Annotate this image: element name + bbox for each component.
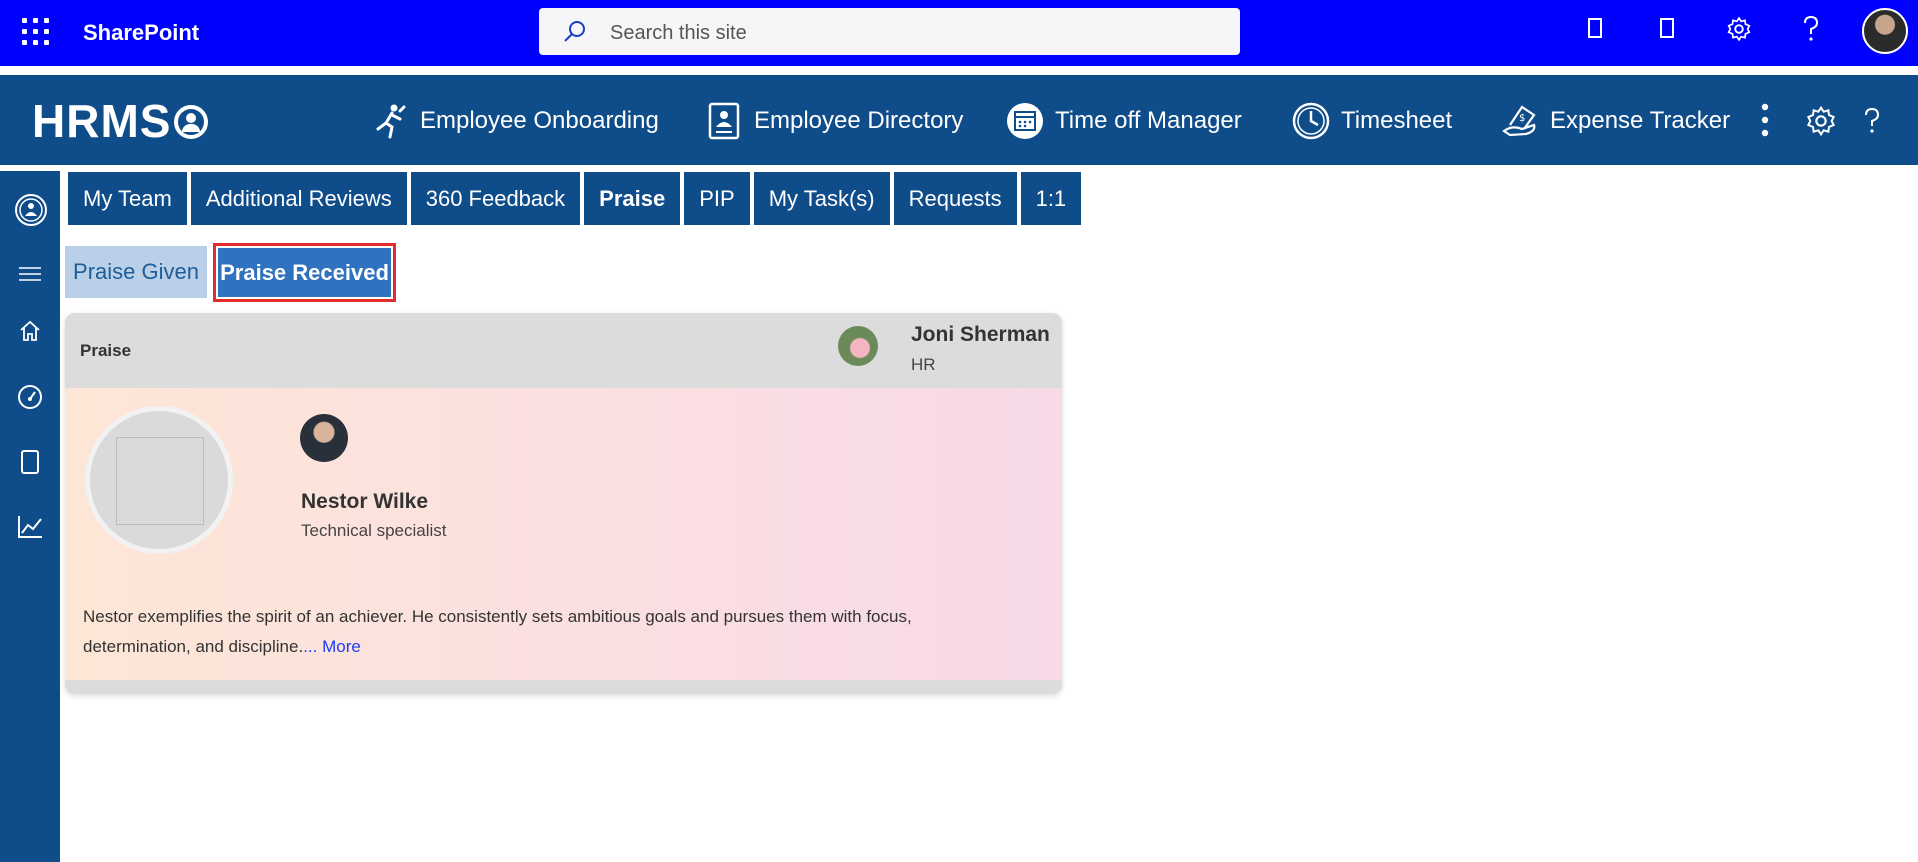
calendar-icon (1005, 101, 1045, 141)
hrms-logo[interactable]: HRMS (32, 94, 171, 148)
onboarding-runner-icon (370, 101, 410, 141)
tab-praise[interactable]: Praise (584, 172, 681, 225)
praise-card-header: Praise Joni Sherman HR (65, 313, 1062, 388)
user-avatar[interactable] (1862, 8, 1908, 54)
recipient-title: Technical specialist (301, 521, 447, 540)
nav-label: Expense Tracker (1550, 107, 1731, 134)
praise-card: Praise Joni Sherman HR Nestor Wilke Tech… (65, 313, 1062, 694)
tab-my-team[interactable]: My Team (68, 172, 187, 225)
hrms-help-icon[interactable] (1862, 107, 1882, 135)
menu-hamburger-icon[interactable] (18, 265, 42, 283)
tab-my-tasks[interactable]: My Task(s) (753, 172, 890, 225)
giver-department: HR (911, 355, 936, 374)
subtab-praise-received[interactable]: Praise Received (213, 243, 396, 302)
nav-employee-directory[interactable]: Employee Directory (704, 99, 963, 143)
tab-requests[interactable]: Requests (893, 172, 1017, 225)
recipient-name: Nestor Wilke (301, 490, 429, 513)
app-launcher-icon[interactable] (20, 16, 50, 46)
left-rail (0, 171, 60, 862)
praise-message: Nestor exemplifies the spirit of an achi… (83, 602, 983, 662)
notebook-icon[interactable] (1660, 18, 1674, 38)
settings-gear-icon[interactable] (1726, 16, 1752, 42)
praise-card-body: Nestor Wilke Technical specialist Nestor… (65, 388, 1062, 680)
search-placeholder: Search this site (610, 22, 747, 44)
module-tabs: My Team Additional Reviews 360 Feedback … (68, 172, 1082, 225)
praise-message-text: Nestor exemplifies the spirit of an achi… (83, 607, 912, 656)
nav-timesheet[interactable]: Timesheet (1291, 99, 1452, 143)
header-divider (0, 66, 1918, 75)
recipient-avatar (300, 414, 348, 462)
hrms-settings-icon[interactable] (1805, 105, 1837, 137)
home-icon[interactable] (18, 319, 42, 343)
nav-expense-tracker[interactable]: $ Expense Tracker (1500, 99, 1730, 143)
analytics-chart-icon[interactable] (16, 514, 44, 540)
directory-book-icon (704, 101, 744, 141)
giver-name: Joni Sherman (911, 323, 1050, 346)
giver-avatar (838, 326, 878, 366)
nav-label: Employee Onboarding (420, 107, 659, 134)
suite-bar: SharePoint Search this site (0, 0, 1918, 66)
search-icon (564, 21, 585, 42)
more-options-icon[interactable] (1759, 103, 1771, 137)
hrms-header: HRMS Employee Onboarding Employee Direct… (0, 75, 1918, 165)
nav-label: Employee Directory (754, 107, 964, 134)
subtab-praise-given[interactable]: Praise Given (65, 246, 207, 298)
tab-pip[interactable]: PIP (684, 172, 750, 225)
svg-text:$: $ (1519, 113, 1525, 124)
tab-360-feedback[interactable]: 360 Feedback (410, 172, 581, 225)
badge-image-placeholder (116, 437, 204, 525)
subtab-praise-received-label: Praise Received (218, 248, 391, 297)
tab-additional-reviews[interactable]: Additional Reviews (190, 172, 407, 225)
dashboard-gauge-icon[interactable] (16, 383, 44, 411)
nav-label: Timesheet (1341, 107, 1453, 134)
search-input[interactable]: Search this site (539, 8, 1240, 55)
sharepoint-title[interactable]: SharePoint (83, 20, 199, 46)
praise-badge-image (85, 406, 233, 554)
profile-icon[interactable] (14, 193, 48, 227)
device-icon[interactable] (1588, 18, 1602, 38)
nav-label: Time off Manager (1055, 107, 1242, 134)
help-icon[interactable] (1801, 15, 1821, 43)
tab-one-on-one[interactable]: 1:1 (1020, 172, 1082, 225)
money-hand-icon: $ (1500, 101, 1540, 141)
praise-card-label: Praise (80, 341, 132, 360)
more-link[interactable]: ... More (303, 637, 361, 656)
nav-employee-onboarding[interactable]: Employee Onboarding (370, 99, 659, 143)
nav-time-off-manager[interactable]: Time off Manager (1005, 99, 1242, 143)
document-icon[interactable] (20, 449, 40, 475)
hrms-logo-user-icon (174, 105, 208, 139)
clock-icon (1291, 101, 1331, 141)
